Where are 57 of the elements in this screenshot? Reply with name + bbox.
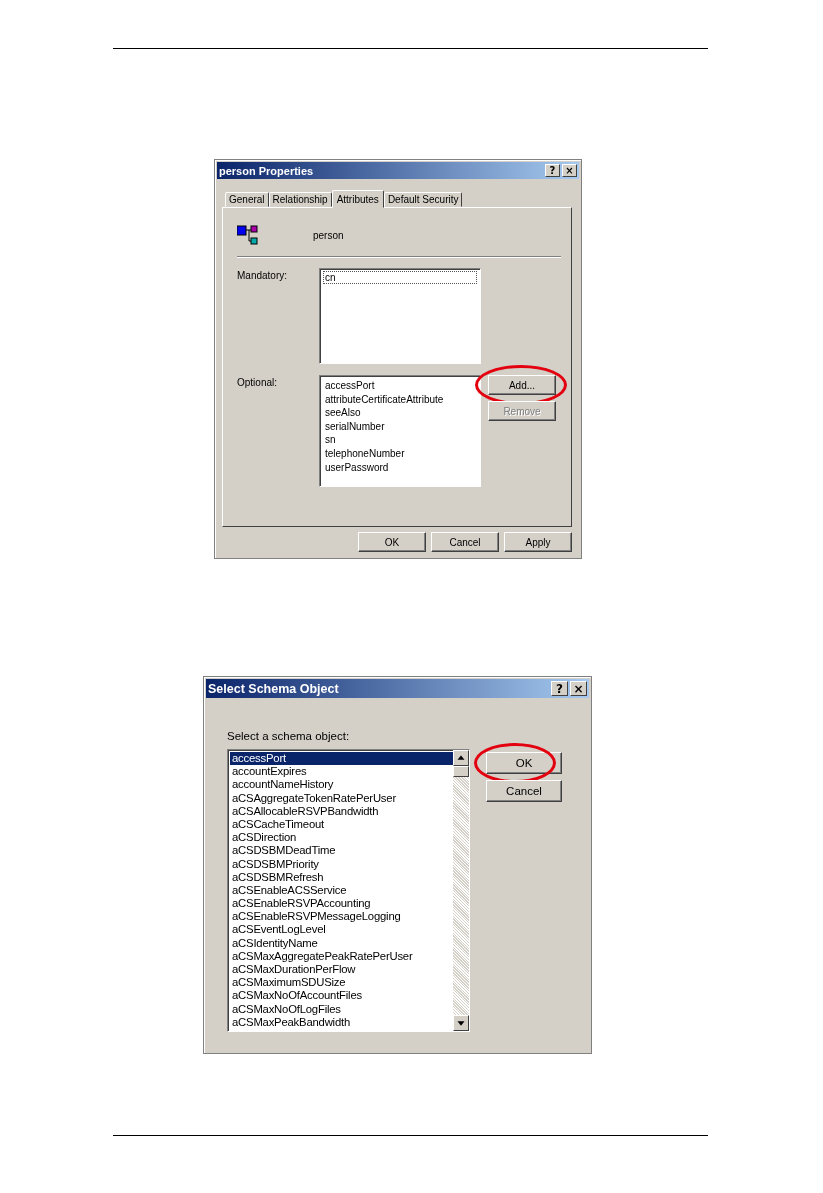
list-item[interactable]: aCSMaxDurationPerFlow (230, 963, 453, 977)
list-item[interactable]: aCSMaxNoOfAccountFiles (230, 989, 453, 1003)
ok-button[interactable]: OK (486, 752, 562, 774)
tab[interactable]: General (225, 192, 269, 207)
list-label: Select a schema object: (227, 730, 350, 742)
list-item[interactable]: aCSEventLogLevel (230, 923, 453, 937)
list-item[interactable]: aCSDSBMPriority (230, 857, 453, 871)
scrollbar[interactable] (453, 750, 469, 1031)
list-item[interactable]: accessPort (230, 752, 453, 766)
close-button[interactable]: × (570, 681, 587, 696)
tab[interactable]: Default Security (383, 192, 463, 207)
class-name: person (313, 229, 344, 241)
add-button[interactable]: Add... (488, 375, 556, 395)
list-item[interactable]: accountNameHistory (230, 778, 453, 792)
list-item[interactable]: aCSEnableRSVPAccounting (230, 897, 453, 911)
cancel-button[interactable]: Cancel (486, 780, 562, 802)
list-item[interactable]: seeAlso (323, 406, 363, 420)
optional-list[interactable]: accessPort attributeCertificateAttribute seeAlso serialNumber sn telephoneNumber userPassword (319, 375, 481, 487)
mandatory-label: Mandatory: (237, 270, 289, 281)
list-item[interactable]: aCSIdentityName (230, 936, 453, 950)
list-item[interactable]: aCSMaxAggregatePeakRatePerUser (230, 949, 453, 963)
tab[interactable]: Attributes (331, 190, 384, 208)
list-item[interactable]: accessPort (323, 379, 377, 393)
list-item[interactable]: aCSDSBMDeadTime (230, 844, 453, 858)
help-button[interactable]: ? (545, 164, 560, 177)
list-item[interactable]: cn (323, 271, 477, 284)
scroll-up-icon[interactable] (453, 750, 469, 766)
apply-button[interactable]: Apply (504, 532, 572, 552)
list-item[interactable]: aCSDSBMRefresh (230, 870, 453, 884)
list-item[interactable]: aCSAllocableRSVPBandwidth (230, 804, 453, 818)
list-item[interactable]: sn (323, 433, 338, 447)
help-button[interactable]: ? (551, 681, 568, 696)
scroll-down-icon[interactable] (453, 1015, 469, 1031)
list-item[interactable]: aCSCacheTimeout (230, 817, 453, 832)
schema-list[interactable] (227, 749, 470, 1032)
scroll-thumb[interactable] (453, 766, 469, 777)
list-item[interactable]: aCSAggregateTokenRatePerUser (230, 791, 453, 805)
ok-button[interactable]: OK (358, 532, 426, 552)
window-title: Select Schema Object (208, 681, 339, 696)
list-item[interactable]: aCSDirection (230, 831, 453, 845)
list-item[interactable]: aCSMaxPeakBandwidth (230, 1015, 453, 1029)
optional-label: Optional: (237, 377, 279, 388)
cancel-button[interactable]: Cancel (431, 532, 499, 552)
list-item[interactable]: serialNumber (323, 419, 387, 434)
list-item[interactable]: accountExpires (230, 765, 453, 779)
list-item[interactable]: userPassword (323, 460, 391, 475)
list-item[interactable]: aCSEnableACSService (230, 883, 453, 898)
class-icon (237, 224, 261, 246)
mandatory-list[interactable]: cn (319, 268, 481, 364)
list-item[interactable]: aCSMaxNoOfLogFiles (230, 1002, 453, 1016)
tab[interactable]: Relationship (268, 192, 332, 207)
list-item[interactable]: telephoneNumber (323, 446, 407, 461)
close-button[interactable]: × (562, 164, 577, 177)
list-item[interactable]: attributeCertificateAttribute (323, 392, 446, 407)
list-item[interactable]: aCSMaximumSDUSize (230, 976, 453, 990)
list-item[interactable]: aCSEnableRSVPMessageLogging (230, 910, 453, 924)
window-title: person Properties (219, 164, 314, 177)
